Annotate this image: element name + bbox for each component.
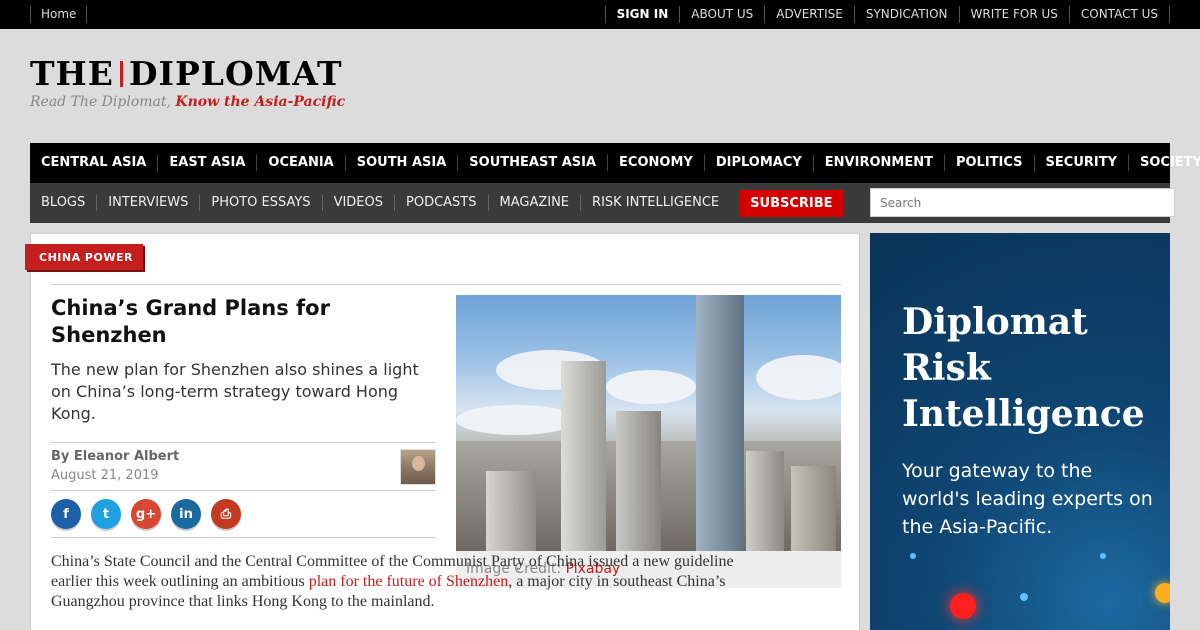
top-bar: Home SIGN IN ABOUT US ADVERTISE SYNDICAT…: [0, 0, 1200, 29]
tower-shape: [746, 451, 784, 551]
divider: [51, 537, 436, 538]
nav-security[interactable]: SECURITY: [1033, 155, 1128, 171]
nav-oceania[interactable]: OCEANIA: [256, 155, 344, 171]
logo-tagline: Read The Diplomat, Know the Asia-Pacific: [30, 94, 345, 110]
nav-society[interactable]: SOCIETY: [1128, 155, 1200, 171]
nav-southeast-asia[interactable]: SOUTHEAST ASIA: [457, 155, 607, 171]
tower-shape: [696, 295, 744, 551]
ad-title: Diplomat Risk Intelligence: [902, 299, 1145, 437]
nav-politics[interactable]: POLITICS: [943, 155, 1034, 171]
tower-shape: [791, 466, 836, 551]
category-tag[interactable]: CHINA POWER: [25, 244, 143, 270]
author-avatar[interactable]: [400, 449, 436, 485]
tower-shape: [486, 471, 536, 551]
sign-in-link[interactable]: SIGN IN: [606, 6, 681, 23]
article-image[interactable]: [456, 295, 841, 551]
sub-nav: BLOGS INTERVIEWS PHOTO ESSAYS VIDEOS POD…: [30, 183, 1175, 223]
nav-south-asia[interactable]: SOUTH ASIA: [344, 155, 458, 171]
risk-intelligence-ad[interactable]: Diplomat Risk Intelligence Your gateway …: [870, 233, 1170, 630]
article-card: CHINA POWER China’s Grand Plans for Shen…: [25, 233, 860, 630]
search-input[interactable]: [870, 188, 1175, 217]
google-plus-glyph: g+: [135, 506, 157, 522]
twitter-glyph: t: [102, 506, 110, 522]
article-date: August 21, 2019: [51, 468, 159, 483]
cloud-shape: [756, 355, 841, 400]
contact-us-link[interactable]: CONTACT US: [1070, 6, 1170, 23]
logo-wordmark: THE DIPLOMAT: [30, 56, 345, 92]
linkedin-icon[interactable]: in: [171, 499, 201, 529]
nav-interviews[interactable]: INTERVIEWS: [96, 195, 199, 211]
logo-part-the: THE: [30, 54, 114, 93]
nav-east-asia[interactable]: EAST ASIA: [157, 155, 256, 171]
nav-photo-essays[interactable]: PHOTO ESSAYS: [199, 195, 321, 211]
ad-title-line: Diplomat: [902, 301, 1088, 343]
network-node-shape: [1155, 583, 1170, 603]
network-node-shape: [910, 553, 916, 559]
tower-shape: [561, 361, 606, 551]
advertise-link[interactable]: ADVERTISE: [765, 6, 855, 23]
nav-diplomacy[interactable]: DIPLOMACY: [703, 155, 813, 171]
logo-divider: [119, 61, 123, 87]
home-link[interactable]: Home: [30, 6, 88, 23]
nav-environment[interactable]: ENVIRONMENT: [812, 155, 944, 171]
divider: [51, 490, 436, 491]
main-nav: CENTRAL ASIA EAST ASIA OCEANIA SOUTH ASI…: [30, 143, 1200, 183]
syndication-link[interactable]: SYNDICATION: [855, 6, 960, 23]
ad-subtitle: Your gateway to the world's leading expe…: [902, 460, 1153, 538]
sub-nav-links: BLOGS INTERVIEWS PHOTO ESSAYS VIDEOS POD…: [30, 183, 843, 223]
facebook-icon[interactable]: f: [51, 499, 81, 529]
article-byline[interactable]: By Eleanor Albert: [51, 449, 179, 464]
linkedin-glyph: in: [179, 506, 193, 522]
nav-central-asia[interactable]: CENTRAL ASIA: [30, 155, 157, 171]
facebook-glyph: f: [63, 506, 69, 522]
ad-title-line: Risk: [902, 347, 991, 389]
utility-nav: SIGN IN ABOUT US ADVERTISE SYNDICATION W…: [604, 6, 1170, 23]
tagline-bold: Know the Asia-Pacific: [175, 94, 346, 110]
cloud-shape: [456, 405, 576, 435]
network-node-shape: [950, 593, 976, 619]
subscribe-button[interactable]: SUBSCRIBE: [740, 189, 843, 217]
ad-title-line: Intelligence: [902, 393, 1145, 435]
share-buttons: f t g+ in ⎙: [51, 499, 251, 529]
about-us-link[interactable]: ABOUT US: [680, 6, 766, 23]
logo-part-diplomat: DIPLOMAT: [128, 54, 343, 93]
divider: [51, 442, 436, 443]
tagline-plain: Read The Diplomat,: [30, 94, 176, 110]
article-headline: China’s Grand Plans for Shenzhen: [51, 296, 330, 347]
network-node-shape: [1100, 553, 1106, 559]
site-logo[interactable]: THE DIPLOMAT Read The Diplomat, Know the …: [30, 56, 345, 111]
nav-videos[interactable]: VIDEOS: [321, 195, 394, 211]
article-dek: The new plan for Shenzhen also shines a …: [51, 360, 419, 423]
print-icon[interactable]: ⎙: [211, 499, 241, 529]
divider: [51, 284, 841, 285]
google-plus-icon[interactable]: g+: [131, 499, 161, 529]
twitter-icon[interactable]: t: [91, 499, 121, 529]
write-for-us-link[interactable]: WRITE FOR US: [960, 6, 1070, 23]
network-node-shape: [1020, 593, 1028, 601]
body-inline-link[interactable]: plan for the future of Shenzhen: [309, 573, 508, 590]
cloud-shape: [606, 370, 696, 404]
nav-podcasts[interactable]: PODCASTS: [394, 195, 488, 211]
nav-magazine[interactable]: MAGAZINE: [487, 195, 581, 211]
nav-risk-intelligence[interactable]: RISK INTELLIGENCE: [580, 195, 730, 211]
article-body: China’s State Council and the Central Co…: [51, 552, 751, 612]
print-glyph: ⎙: [220, 506, 232, 522]
tower-shape: [616, 411, 661, 551]
nav-economy[interactable]: ECONOMY: [607, 155, 704, 171]
nav-blogs[interactable]: BLOGS: [30, 195, 96, 211]
